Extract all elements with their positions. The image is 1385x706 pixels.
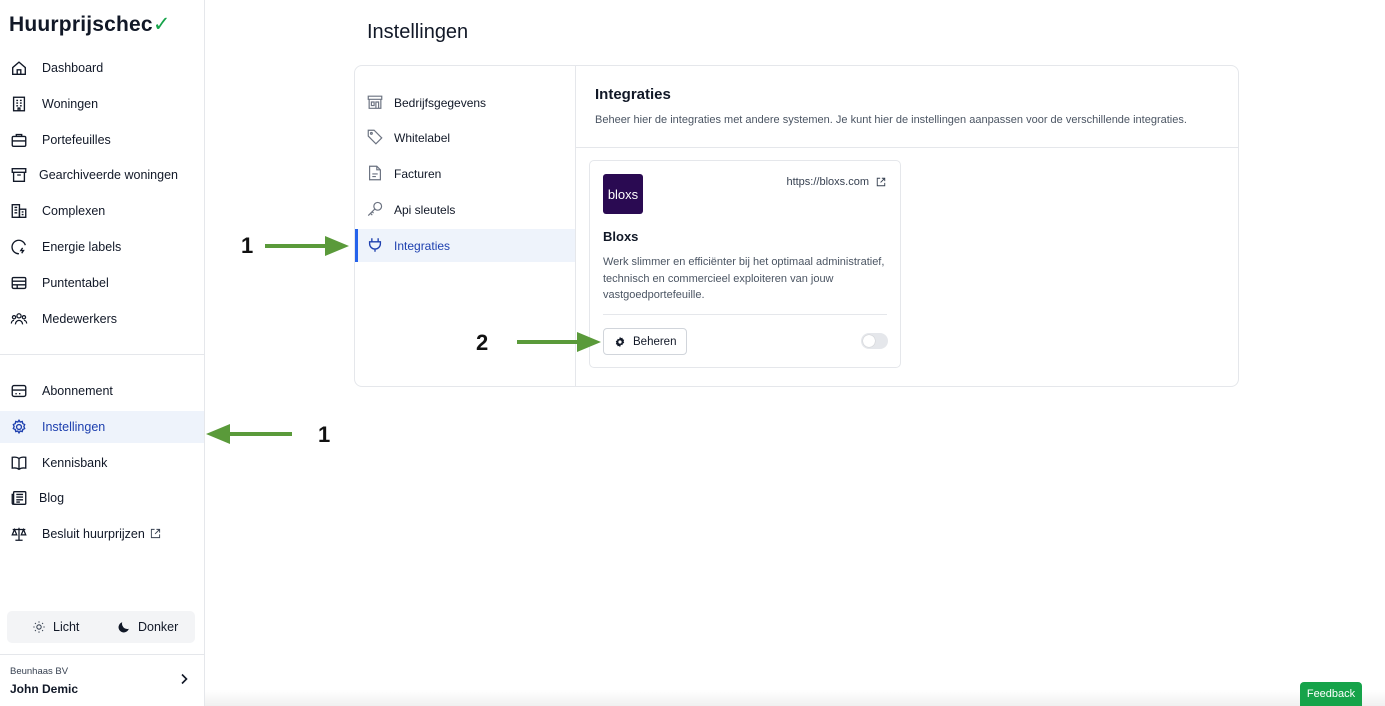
integration-toggle[interactable] bbox=[861, 333, 888, 349]
archive-icon bbox=[11, 168, 27, 182]
user-divider bbox=[0, 654, 204, 655]
sidebar-item-kennisbank[interactable]: Kennisbank bbox=[0, 447, 204, 479]
sidebar-item-label: Medewerkers bbox=[42, 312, 118, 326]
integration-name: Bloxs bbox=[603, 229, 639, 244]
sidebar-item-woningen[interactable]: Woningen bbox=[0, 88, 204, 120]
sidebar-item-label: Energie labels bbox=[42, 240, 122, 254]
logo-check-icon: ✓ bbox=[152, 13, 171, 36]
annotation-number-1: 1 bbox=[241, 233, 254, 258]
sidebar-item-archived[interactable]: Gearchiveerde woningen bbox=[0, 159, 204, 191]
card-divider bbox=[603, 314, 887, 315]
sidebar: Huurprijschec✓ Dashboard Woningen Portef… bbox=[0, 0, 205, 706]
sidebar-item-label: Instellingen bbox=[42, 420, 106, 434]
settings-nav-label: Whitelabel bbox=[394, 131, 451, 145]
chevron-right-icon[interactable] bbox=[177, 672, 191, 686]
app-logo[interactable]: Huurprijschec✓ bbox=[9, 12, 171, 37]
store-icon bbox=[367, 95, 383, 109]
bottom-shadow bbox=[205, 690, 1385, 706]
light-theme-button[interactable]: Licht bbox=[32, 611, 79, 643]
newspaper-icon bbox=[11, 491, 27, 505]
sidebar-item-complexen[interactable]: Complexen bbox=[0, 195, 204, 227]
sidebar-item-portefeuilles[interactable]: Portefeuilles bbox=[0, 124, 204, 156]
sidebar-item-label: Complexen bbox=[42, 204, 106, 218]
external-link-icon bbox=[876, 177, 886, 187]
annotation-arrow-right bbox=[265, 236, 349, 256]
bloxs-logo: bloxs bbox=[603, 174, 643, 214]
manage-button[interactable]: Beheren bbox=[603, 328, 687, 355]
settings-nav-label: Facturen bbox=[394, 167, 442, 181]
sidebar-item-besluit-huurprijzen[interactable]: Besluit huurprijzen bbox=[0, 518, 204, 550]
sidebar-item-energy-labels[interactable]: Energie labels bbox=[0, 231, 204, 263]
annotation-arrow-right bbox=[517, 332, 601, 352]
user-name: John Demic bbox=[10, 682, 79, 696]
sidebar-item-label: Besluit huurprijzen bbox=[42, 527, 161, 541]
page-title: Instellingen bbox=[367, 21, 469, 43]
integration-card-bloxs: bloxs https://bloxs.com Bloxs Werk slimm… bbox=[589, 160, 901, 368]
sidebar-item-label: Blog bbox=[39, 491, 65, 505]
gear-icon bbox=[12, 419, 26, 435]
settings-nav-facturen[interactable]: Facturen bbox=[355, 157, 575, 190]
light-theme-label: Licht bbox=[53, 620, 80, 634]
users-icon bbox=[10, 313, 28, 325]
sidebar-item-label: Portefeuilles bbox=[42, 133, 111, 147]
section-title: Integraties bbox=[595, 86, 671, 103]
sidebar-item-medewerkers[interactable]: Medewerkers bbox=[0, 303, 204, 335]
settings-nav-label: Bedrijfsgegevens bbox=[394, 96, 487, 110]
integration-url-link[interactable]: https://bloxs.com bbox=[786, 176, 886, 188]
sidebar-divider bbox=[0, 354, 204, 355]
gear-icon bbox=[615, 336, 625, 347]
section-description: Beheer hier de integraties met andere sy… bbox=[595, 114, 1187, 126]
integration-url: https://bloxs.com bbox=[786, 176, 869, 188]
sidebar-item-dashboard[interactable]: Dashboard bbox=[0, 52, 204, 84]
table-icon bbox=[11, 276, 27, 290]
sidebar-item-blog[interactable]: Blog bbox=[0, 482, 204, 514]
sidebar-item-instellingen[interactable]: Instellingen bbox=[0, 411, 204, 443]
section-divider bbox=[576, 147, 1238, 148]
annotation-number-1: 1 bbox=[318, 422, 331, 447]
toggle-knob bbox=[863, 335, 875, 347]
settings-nav-label: Integraties bbox=[394, 239, 451, 253]
sidebar-item-abonnement[interactable]: Abonnement bbox=[0, 375, 204, 407]
sidebar-item-label: Gearchiveerde woningen bbox=[39, 168, 178, 182]
buildings-icon bbox=[11, 204, 27, 218]
briefcase-icon bbox=[11, 133, 27, 147]
integration-description: Werk slimmer en efficiënter bij het opti… bbox=[603, 256, 885, 301]
building-icon bbox=[12, 96, 26, 112]
plug-icon bbox=[368, 238, 382, 252]
moon-icon bbox=[118, 622, 129, 633]
settings-nav-integraties[interactable]: Integraties bbox=[355, 229, 575, 262]
settings-nav-bedrijfsgegevens[interactable]: Bedrijfsgegevens bbox=[355, 86, 575, 119]
sidebar-item-label: Dashboard bbox=[42, 61, 104, 75]
credit-card-icon bbox=[11, 384, 27, 398]
sidebar-item-label: Woningen bbox=[42, 97, 99, 111]
sidebar-item-label: Abonnement bbox=[42, 384, 113, 398]
external-link-icon bbox=[150, 528, 160, 539]
scale-icon bbox=[11, 527, 27, 541]
annotation-number-2: 2 bbox=[476, 330, 489, 355]
dark-theme-button[interactable]: Donker bbox=[117, 611, 178, 643]
sidebar-item-label: Kennisbank bbox=[42, 456, 108, 470]
annotation-arrow-left bbox=[206, 424, 292, 444]
manage-label: Beheren bbox=[633, 335, 677, 348]
key-icon bbox=[367, 201, 383, 216]
home-icon bbox=[12, 61, 26, 75]
book-icon bbox=[11, 456, 27, 471]
feedback-button[interactable]: Feedback bbox=[1300, 682, 1362, 706]
theme-switcher: Licht Donker bbox=[7, 611, 195, 643]
settings-nav-whitelabel[interactable]: Whitelabel bbox=[355, 121, 575, 154]
dark-theme-label: Donker bbox=[138, 620, 179, 634]
tag-icon bbox=[367, 129, 383, 145]
document-icon bbox=[369, 165, 381, 181]
energy-icon bbox=[11, 239, 26, 255]
settings-nav-api-sleutels[interactable]: Api sleutels bbox=[355, 193, 575, 226]
sun-icon bbox=[33, 621, 45, 633]
sidebar-item-puntentabel[interactable]: Puntentabel bbox=[0, 267, 204, 299]
sidebar-item-label: Puntentabel bbox=[42, 276, 109, 290]
company-name: Beunhaas BV bbox=[10, 666, 69, 677]
settings-nav-label: Api sleutels bbox=[394, 203, 456, 217]
